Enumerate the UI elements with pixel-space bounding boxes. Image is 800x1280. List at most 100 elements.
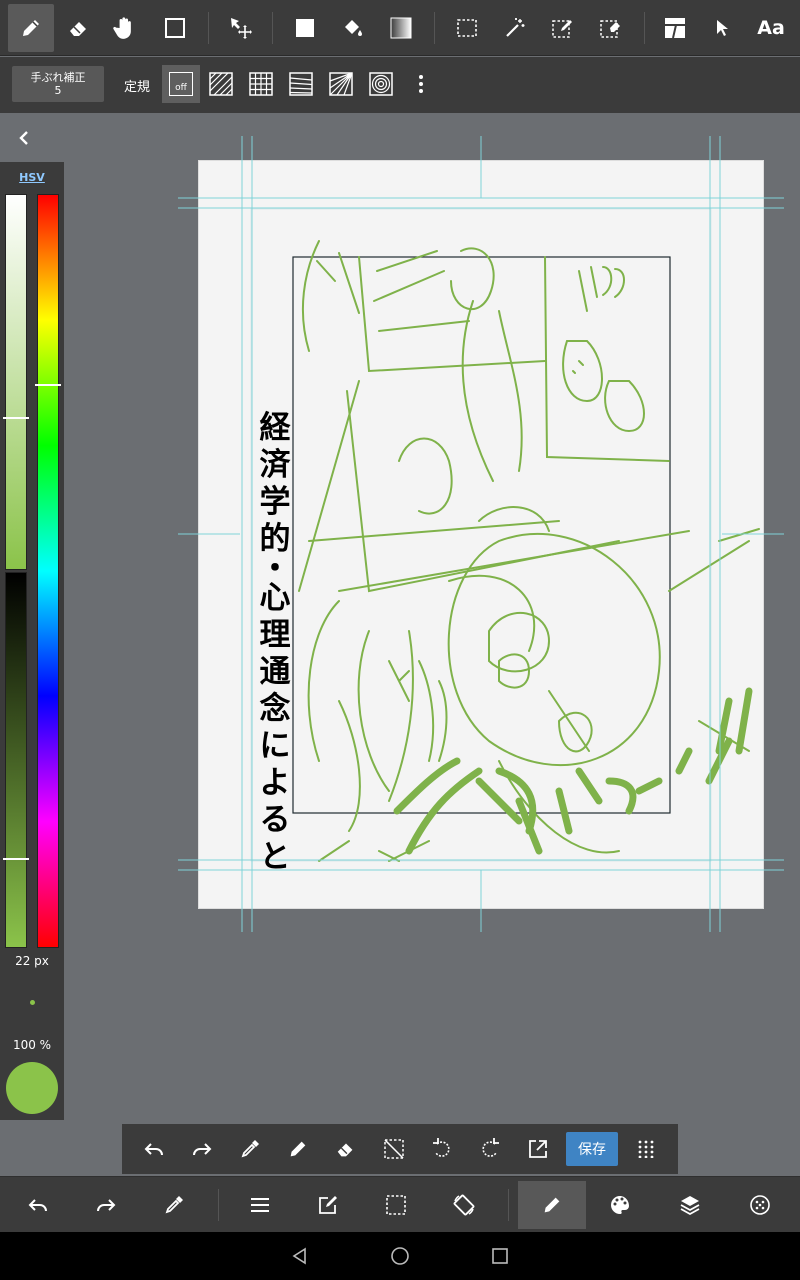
pen-tool-button[interactable]	[8, 4, 54, 52]
caption-char: 学	[259, 484, 291, 520]
move-arrow-icon	[231, 18, 252, 39]
materials-button[interactable]	[730, 1181, 790, 1229]
caption-char: 心	[259, 580, 291, 616]
saturation-slider[interactable]	[3, 194, 29, 570]
redo-icon	[97, 1199, 116, 1212]
layers-icon	[680, 1196, 700, 1216]
hand-icon	[113, 17, 131, 39]
quick-menu-button[interactable]	[626, 1129, 666, 1169]
nav-home-button[interactable]	[386, 1242, 414, 1270]
vertical-caption-text: 経済学的・心理通念によると	[256, 410, 294, 876]
caption-char: る	[259, 802, 291, 838]
value-slider[interactable]	[3, 572, 29, 948]
move-tool-button[interactable]	[218, 4, 264, 52]
top-toolbar: Aa	[0, 0, 800, 56]
home-circle-icon	[391, 1247, 409, 1265]
external-link-icon	[529, 1140, 547, 1158]
nav-recents-button[interactable]	[486, 1242, 514, 1270]
value-slider-knob[interactable]	[3, 858, 29, 860]
grid-dots-icon	[638, 1140, 654, 1158]
gradient-icon	[390, 17, 412, 39]
gradient-tool-button[interactable]	[378, 4, 424, 52]
toolbar-divider	[208, 12, 209, 44]
eraser-icon	[70, 22, 86, 36]
quick-deselect-button[interactable]	[374, 1129, 414, 1169]
brush-opacity-label[interactable]: 100 %	[0, 1038, 64, 1052]
main-menu-button[interactable]	[230, 1181, 290, 1229]
rectangle-outline-icon	[165, 18, 185, 38]
color-panel: HSV 22 px 100 %	[0, 162, 64, 1120]
select-eraser-tool-button[interactable]	[588, 4, 634, 52]
ruler-parallel-lines-button[interactable]	[202, 65, 240, 103]
ruler-label: 定規	[124, 80, 151, 95]
operation-tool-button[interactable]	[700, 4, 746, 52]
bucket-fill-tool-button[interactable]	[330, 4, 376, 52]
select-rect-tool-button[interactable]	[444, 4, 490, 52]
brush-size-label[interactable]: 22 px	[0, 954, 64, 968]
caption-char: 経	[259, 410, 291, 446]
concentric-circles-icon	[369, 72, 393, 96]
brush-size-preview	[30, 1000, 35, 1005]
quick-redo-button[interactable]	[182, 1129, 222, 1169]
more-vertical-icon	[419, 75, 423, 93]
frame-divider-icon	[665, 18, 685, 39]
undo-button[interactable]	[8, 1181, 68, 1229]
eraser-icon	[337, 1143, 353, 1157]
magic-wand-tool-button[interactable]	[492, 4, 538, 52]
canvas-rotate-button[interactable]	[434, 1181, 494, 1229]
saturation-slider-knob[interactable]	[3, 417, 29, 419]
quick-pen-button[interactable]	[278, 1129, 318, 1169]
fill-shape-tool-button[interactable]	[282, 4, 328, 52]
frame-divider-tool-button[interactable]	[652, 4, 698, 52]
grid-icon	[249, 72, 273, 96]
filled-square-icon	[296, 19, 314, 37]
quick-eraser-button[interactable]	[326, 1129, 366, 1169]
toolbar-divider	[272, 12, 273, 44]
deselect-icon	[384, 1139, 404, 1159]
rectangle-tool-button[interactable]	[152, 4, 198, 52]
color-mode-toggle[interactable]: HSV	[0, 171, 64, 184]
current-color-swatch[interactable]	[6, 1062, 58, 1114]
hue-slider-knob[interactable]	[35, 384, 61, 386]
ruler-more-button[interactable]	[402, 65, 440, 103]
hue-slider[interactable]	[35, 194, 61, 948]
color-palette-button[interactable]	[590, 1181, 650, 1229]
paint-bucket-icon	[345, 20, 362, 36]
caption-char: ・	[259, 551, 291, 587]
ruler-perspective-button[interactable]	[322, 65, 360, 103]
eyedropper-button[interactable]	[144, 1181, 204, 1229]
hand-tool-button[interactable]	[102, 4, 148, 52]
caption-char: 理	[259, 617, 291, 653]
quick-rotate-left-button[interactable]	[422, 1129, 462, 1169]
caption-char: に	[259, 728, 291, 764]
caption-char: 念	[259, 691, 291, 727]
recents-square-icon	[492, 1248, 508, 1264]
ruler-off-button[interactable]: off	[162, 65, 200, 103]
nav-back-button[interactable]	[286, 1242, 314, 1270]
text-tool-button[interactable]: Aa	[748, 4, 794, 52]
save-button[interactable]: 保存	[566, 1132, 618, 1166]
quick-undo-button[interactable]	[134, 1129, 174, 1169]
edit-button[interactable]	[298, 1181, 358, 1229]
quick-rotate-right-button[interactable]	[470, 1129, 510, 1169]
quick-export-button[interactable]	[518, 1129, 558, 1169]
brush-panel-button[interactable]	[518, 1181, 586, 1229]
rotate-left-icon	[433, 1138, 450, 1157]
layers-button[interactable]	[660, 1181, 720, 1229]
eraser-tool-button[interactable]	[56, 4, 102, 52]
ruler-concentric-button[interactable]	[362, 65, 400, 103]
bottom-divider	[218, 1189, 219, 1221]
eyedropper-icon	[241, 1140, 259, 1158]
selection-button[interactable]	[366, 1181, 426, 1229]
ruler-off-icon: off	[169, 72, 193, 96]
material-dots-icon	[750, 1195, 770, 1215]
stabilizer-button[interactable]: 手ぶれ補正 5	[12, 66, 104, 102]
quick-eyedropper-button[interactable]	[230, 1129, 270, 1169]
collapse-panel-button[interactable]	[12, 126, 36, 150]
select-pen-tool-button[interactable]	[540, 4, 586, 52]
ruler-grid-button[interactable]	[242, 65, 280, 103]
rotate-canvas-icon	[453, 1194, 475, 1216]
pen-icon	[23, 20, 39, 36]
redo-button[interactable]	[76, 1181, 136, 1229]
ruler-horizontal-lines-button[interactable]	[282, 65, 320, 103]
